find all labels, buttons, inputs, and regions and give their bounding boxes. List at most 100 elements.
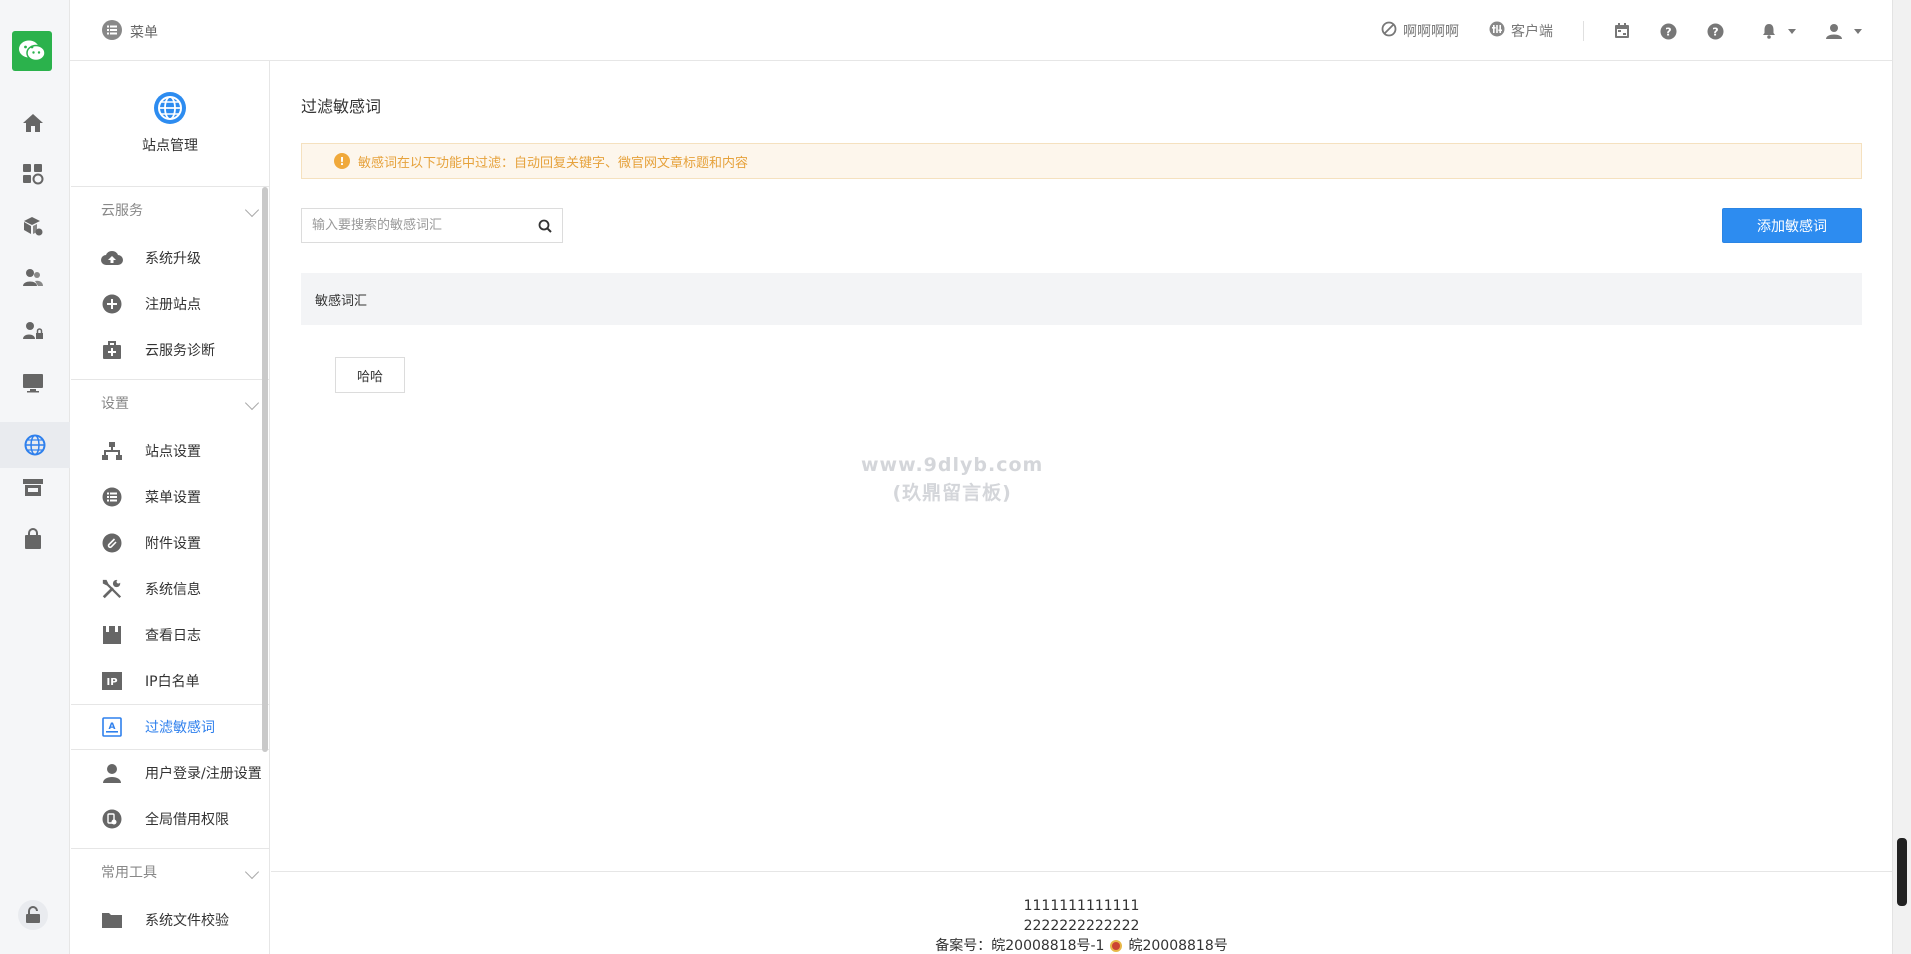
store-icon[interactable] (20, 474, 46, 500)
topbar-item-label: 客户端 (1511, 24, 1553, 40)
sidebar-item-view-log[interactable]: 查看日志 (71, 612, 269, 658)
sidebar-item-label: 系统升级 (145, 251, 201, 267)
sidebar-item-user-login-settings[interactable]: 用户登录/注册设置 (71, 750, 269, 796)
scrollbar-thumb[interactable] (1897, 838, 1907, 906)
sidebar-group-settings: 设置 站点设置 菜单设置 附件设置 系统信息 查看日志 IP IP白名单 A 过… (71, 380, 269, 849)
topbar-item-client[interactable]: 客户端 (1489, 21, 1553, 41)
sidebar-item-label: 系统信息 (145, 582, 201, 598)
user-avatar-icon[interactable] (1826, 23, 1862, 39)
help-icon[interactable]: ? (1660, 23, 1677, 40)
divider (1583, 21, 1584, 41)
sidebar-group-title[interactable]: 云服务 (71, 187, 269, 235)
sidebar-item-system-upgrade[interactable]: 系统升级 (71, 235, 269, 281)
top-bar: 菜单 啊啊啊啊 客户端 ? ? (70, 0, 1892, 61)
paperclip-icon (101, 532, 123, 554)
svg-text:IP: IP (106, 677, 117, 688)
sidebar-header: 站点管理 (71, 61, 269, 187)
svg-text:?: ? (1665, 25, 1671, 38)
wechat-logo-icon[interactable] (12, 31, 52, 71)
svg-text:?: ? (1712, 25, 1718, 38)
users-icon[interactable] (20, 265, 46, 291)
add-sensitive-word-button[interactable]: 添加敏感词 (1722, 208, 1862, 243)
sidebar-item-cloud-diagnosis[interactable]: 云服务诊断 (71, 327, 269, 373)
filter-word-icon: A (101, 716, 123, 738)
sensitive-word-tag[interactable]: 哈哈 (335, 357, 405, 393)
module-settings-icon[interactable] (20, 213, 46, 239)
calendar-icon[interactable] (1614, 23, 1630, 39)
chevron-down-icon (244, 202, 260, 218)
home-icon[interactable] (20, 110, 46, 136)
chevron-down-icon (1788, 28, 1796, 34)
site-sidebar: 站点管理 云服务 系统升级 注册站点 云服务诊断 设置 站点设置 菜单设置 附件… (71, 61, 270, 954)
client-icon (1489, 21, 1505, 41)
sidebar-item-register-site[interactable]: 注册站点 (71, 281, 269, 327)
search-box (301, 208, 563, 243)
main-content: 过滤敏感词 ! 敏感词在以下功能中过滤：自动回复关键字、微官网文章标题和内容 添… (271, 61, 1892, 954)
unlock-icon[interactable] (18, 900, 48, 930)
menu-label: 菜单 (130, 25, 158, 41)
sidebar-item-label: 全局借用权限 (145, 812, 229, 828)
sidebar-item-system-info[interactable]: 系统信息 (71, 566, 269, 612)
sidebar-item-ip-whitelist[interactable]: IP IP白名单 (71, 658, 269, 704)
sitemap-icon (101, 440, 123, 462)
sidebar-item-attachment-settings[interactable]: 附件设置 (71, 520, 269, 566)
sidebar-item-menu-settings[interactable]: 菜单设置 (71, 474, 269, 520)
topbar-item-label: 啊啊啊啊 (1403, 24, 1459, 40)
sidebar-scrollbar[interactable] (262, 187, 268, 752)
ban-icon (1381, 21, 1397, 41)
user-lock-icon[interactable] (20, 318, 46, 344)
sidebar-item-site-settings[interactable]: 站点设置 (71, 428, 269, 474)
sidebar-group-title[interactable]: 常用工具 (71, 849, 269, 897)
chevron-down-icon (244, 864, 260, 880)
sidebar-item-filter-sensitive-words[interactable]: A 过滤敏感词 (71, 704, 269, 750)
alert-text: 敏感词在以下功能中过滤：自动回复关键字、微官网文章标题和内容 (358, 155, 749, 171)
globe-icon (71, 91, 269, 125)
sidebar-item-label: 过滤敏感词 (145, 720, 215, 736)
apps-icon[interactable] (20, 161, 46, 187)
sidebar-item-label: 云服务诊断 (145, 343, 215, 359)
plus-circle-icon (101, 293, 123, 315)
permission-icon (101, 808, 123, 830)
search-icon[interactable] (528, 209, 562, 242)
table-header: 敏感词汇 (301, 273, 1862, 325)
page-title: 过滤敏感词 (301, 97, 382, 116)
search-input[interactable] (302, 209, 528, 242)
footer-line-1: 1111111111111 (1023, 898, 1140, 914)
sidebar-group-title[interactable]: 设置 (71, 380, 269, 428)
notification-bell-icon[interactable] (1762, 23, 1796, 39)
globe-icon[interactable] (0, 422, 70, 468)
folder-icon (101, 909, 123, 931)
shopping-bag-icon[interactable] (20, 526, 46, 552)
topbar-item-aaaa[interactable]: 啊啊啊啊 (1381, 21, 1459, 41)
app-rail (0, 0, 70, 954)
warning-icon: ! (334, 153, 350, 169)
monitor-icon[interactable] (20, 370, 46, 396)
medkit-icon (101, 339, 123, 361)
sidebar-group-cloud: 云服务 系统升级 注册站点 云服务诊断 (71, 187, 269, 380)
menu-button[interactable]: 菜单 (102, 20, 158, 44)
sidebar-header-title: 站点管理 (142, 138, 198, 154)
watermark-line-1: www.9dlyb.com (861, 454, 1044, 476)
cloud-upload-icon (101, 247, 123, 269)
ip-icon: IP (101, 670, 123, 692)
group-title-text: 常用工具 (101, 865, 157, 881)
chevron-down-icon (244, 395, 260, 411)
police-badge-icon (1110, 940, 1123, 952)
page-scrollbar[interactable] (1892, 0, 1911, 954)
user-icon (101, 762, 123, 784)
sidebar-item-label: 菜单设置 (145, 490, 201, 506)
menu-list-icon (102, 20, 122, 44)
help-circle-icon[interactable]: ? (1707, 23, 1724, 40)
sidebar-item-global-permission[interactable]: 全局借用权限 (71, 796, 269, 842)
beian-link-2[interactable]: 皖20008818号 (1128, 936, 1227, 954)
tools-icon (101, 578, 123, 600)
sidebar-item-label: IP白名单 (145, 674, 200, 690)
sidebar-item-label: 站点设置 (145, 444, 201, 460)
column-header-words: 敏感词汇 (315, 293, 368, 309)
beian-link-1[interactable]: 备案号：皖20008818号-1 (935, 936, 1104, 954)
log-icon (101, 624, 123, 646)
footer-beian: 备案号：皖20008818号-1 皖20008818号 (271, 936, 1892, 954)
sidebar-item-file-verify[interactable]: 系统文件校验 (71, 897, 269, 943)
info-alert: ! 敏感词在以下功能中过滤：自动回复关键字、微官网文章标题和内容 (301, 143, 1862, 179)
sidebar-item-label: 查看日志 (145, 628, 201, 644)
